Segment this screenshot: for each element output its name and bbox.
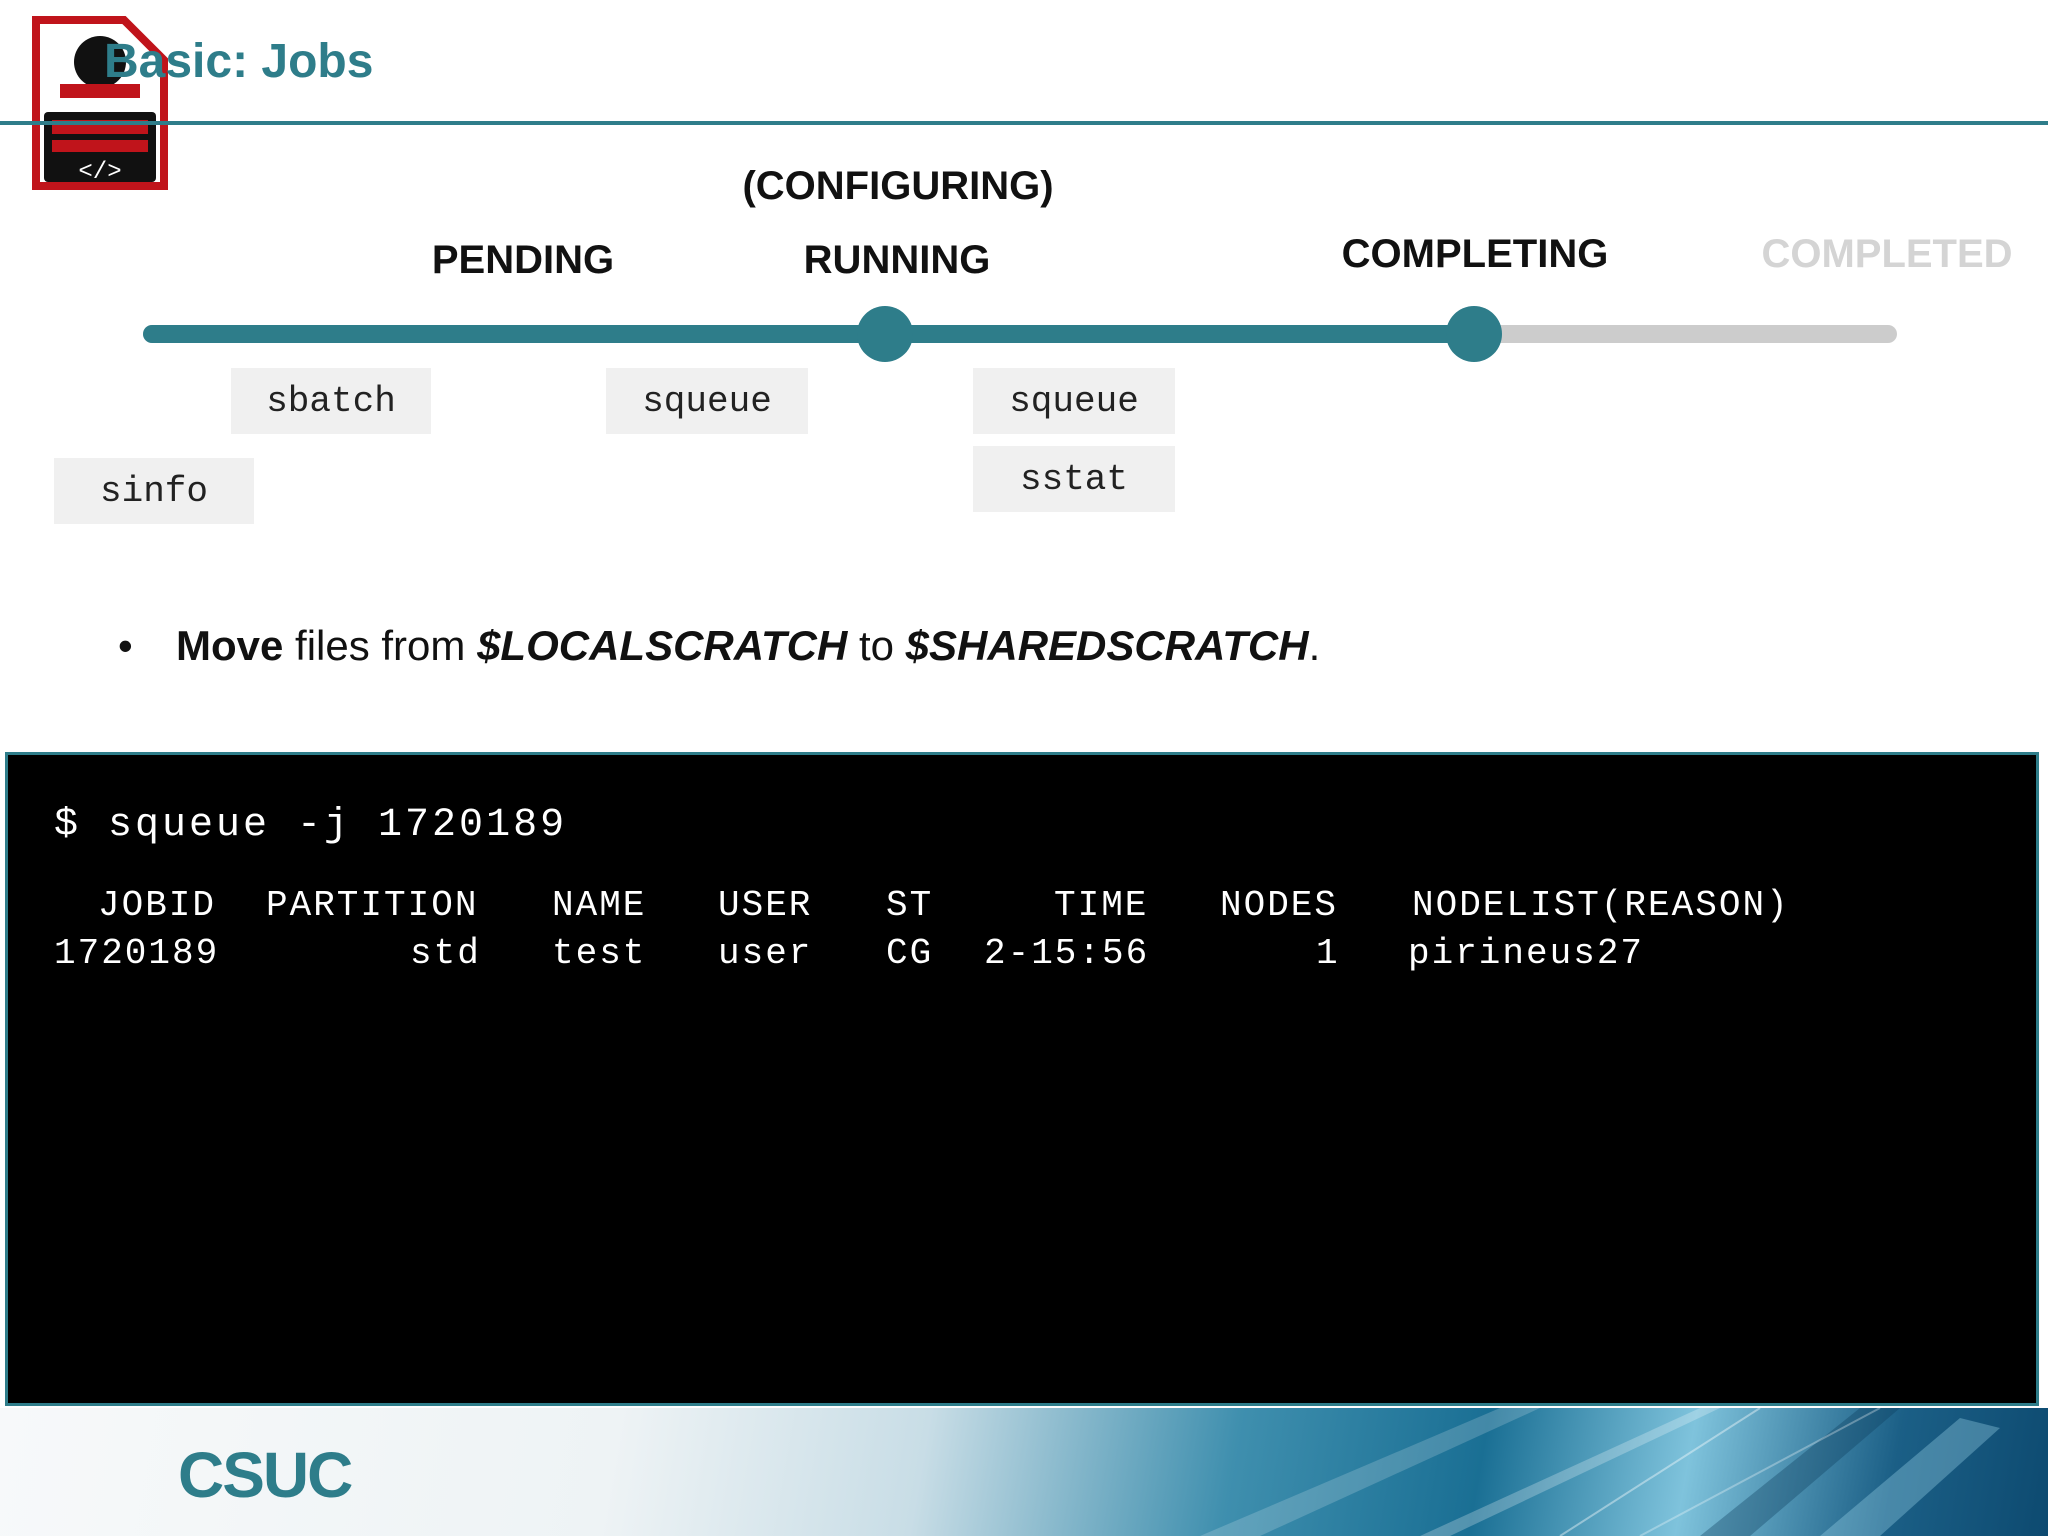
bullet-item: • Move files from $LOCALSCRATCH to $SHARE… [118, 622, 1320, 670]
col-header-partition: PARTITION [266, 885, 479, 926]
bullet-text-1: files from [283, 622, 478, 669]
terminal-output: $ squeue -j 1720189 JOBID PARTITION NAME… [5, 752, 2039, 1406]
cell-st: CG [886, 933, 934, 974]
state-label-running: RUNNING [803, 238, 991, 282]
timeline-marker-completing [1446, 306, 1502, 362]
col-header-nodes: NODES [1220, 885, 1339, 926]
title-divider [0, 121, 2048, 125]
state-label-completed: COMPLETED [1761, 232, 2013, 276]
svg-text:</>: </> [78, 159, 121, 186]
bullet-end: . [1308, 622, 1321, 669]
col-header-jobid: JOBID [98, 885, 217, 926]
command-chip-squeue-running: squeue [973, 368, 1175, 434]
command-chip-sbatch: sbatch [231, 368, 431, 434]
bullet-dot: • [118, 622, 133, 669]
command-chip-sinfo: sinfo [54, 458, 254, 524]
col-header-user: USER [718, 885, 813, 926]
cell-name: test [552, 933, 647, 974]
bullet-source-var: $LOCALSCRATCH [477, 622, 848, 669]
footer-banner: CSUC [0, 1408, 2048, 1536]
state-label-pending: PENDING [431, 238, 615, 282]
command-chip-squeue-pending: squeue [606, 368, 808, 434]
col-header-nodelist: NODELIST(REASON) [1412, 885, 1790, 926]
bullet-text-2: to [847, 622, 906, 669]
cell-partition: std [410, 933, 481, 974]
cell-jobid: 1720189 [54, 933, 220, 974]
state-label-completing: COMPLETING [1341, 232, 1609, 276]
cell-nodelist: pirineus27 [1408, 933, 1645, 974]
col-header-st: ST [886, 885, 934, 926]
col-header-name: NAME [552, 885, 647, 926]
bullet-verb: Move [176, 622, 284, 669]
command-chip-sstat: sstat [973, 446, 1175, 512]
page-title: Basic: Jobs [104, 35, 374, 88]
csuc-logo: CSUC [178, 1439, 353, 1511]
terminal-command: $ squeue -j 1720189 [54, 803, 568, 848]
col-header-time: TIME [1054, 885, 1149, 926]
state-label-configuring: (CONFIGURING) [742, 164, 1054, 208]
cell-nodes: 1 [1316, 933, 1340, 974]
bullet-dest-var: $SHAREDSCRATCH [905, 622, 1309, 669]
cell-time: 2-15:56 [984, 933, 1150, 974]
cell-user: user [718, 933, 813, 974]
timeline-marker-running [857, 306, 913, 362]
